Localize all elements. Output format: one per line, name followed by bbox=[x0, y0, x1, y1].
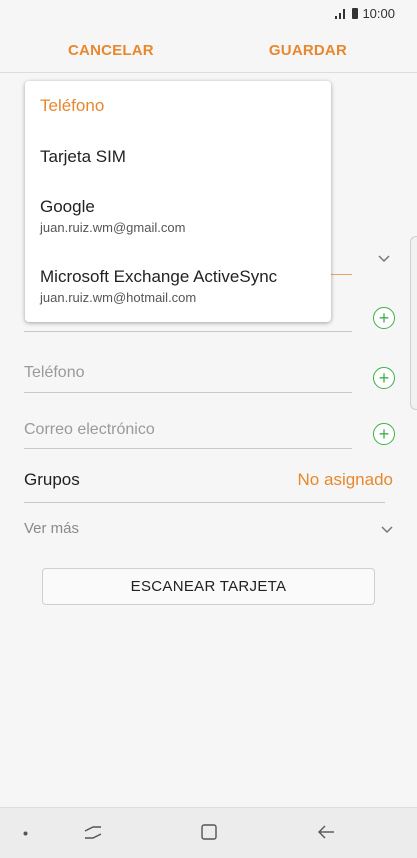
field-underline bbox=[24, 331, 352, 332]
menu-item-exchange[interactable]: Microsoft Exchange ActiveSync juan.ruiz.… bbox=[40, 267, 321, 305]
name-field-underline bbox=[330, 274, 352, 275]
recent-apps-icon[interactable] bbox=[83, 822, 103, 842]
back-icon[interactable] bbox=[316, 822, 336, 842]
status-time: 10:00 bbox=[362, 5, 395, 21]
groups-row[interactable]: Grupos No asignado bbox=[24, 470, 393, 490]
menu-item-subtitle: juan.ruiz.wm@hotmail.com bbox=[40, 290, 197, 305]
email-field[interactable]: Correo electrónico bbox=[24, 421, 353, 439]
groups-label: Grupos bbox=[24, 470, 80, 489]
groups-value[interactable]: No asignado bbox=[298, 470, 393, 490]
cancel-button[interactable]: CANCELAR bbox=[68, 42, 154, 59]
phone-field[interactable]: Teléfono bbox=[24, 364, 353, 382]
add-icon[interactable]: + bbox=[373, 307, 395, 329]
navigation-bar bbox=[0, 807, 417, 858]
more-label: Ver más bbox=[24, 520, 80, 537]
action-bar: CANCELAR GUARDAR bbox=[0, 30, 417, 70]
menu-item-google[interactable]: Google juan.ruiz.wm@gmail.com bbox=[40, 197, 321, 235]
add-email-icon[interactable]: + bbox=[373, 423, 395, 445]
edge-handle[interactable] bbox=[410, 236, 417, 410]
save-button[interactable]: GUARDAR bbox=[269, 42, 347, 59]
battery-icon bbox=[352, 7, 359, 19]
menu-item-sim[interactable]: Tarjeta SIM bbox=[40, 147, 321, 167]
add-phone-icon[interactable]: + bbox=[373, 367, 395, 389]
home-icon[interactable] bbox=[199, 822, 219, 842]
menu-item-title: Tarjeta SIM bbox=[40, 147, 126, 166]
chevron-down-icon bbox=[381, 525, 393, 533]
menu-item-title: Teléfono bbox=[40, 96, 105, 115]
chevron-down-icon[interactable] bbox=[378, 252, 390, 264]
menu-item-subtitle: juan.ruiz.wm@gmail.com bbox=[40, 220, 186, 235]
account-menu: Teléfono Tarjeta SIM Google juan.ruiz.wm… bbox=[25, 81, 331, 322]
menu-item-title: Google bbox=[40, 197, 95, 216]
dot-icon bbox=[23, 831, 28, 836]
phone-placeholder: Teléfono bbox=[24, 364, 85, 381]
menu-item-phone[interactable]: Teléfono bbox=[40, 96, 321, 116]
phone-underline bbox=[24, 392, 352, 393]
scan-card-button[interactable]: ESCANEAR TARJETA bbox=[42, 568, 375, 605]
email-placeholder: Correo electrónico bbox=[24, 421, 155, 438]
more-row[interactable]: Ver más bbox=[24, 520, 393, 537]
status-bar: 10:00 bbox=[0, 0, 417, 26]
email-underline bbox=[24, 448, 352, 449]
groups-underline bbox=[24, 502, 385, 503]
signal-icon bbox=[335, 8, 346, 19]
menu-item-title: Microsoft Exchange ActiveSync bbox=[40, 267, 278, 286]
top-divider bbox=[0, 72, 417, 73]
